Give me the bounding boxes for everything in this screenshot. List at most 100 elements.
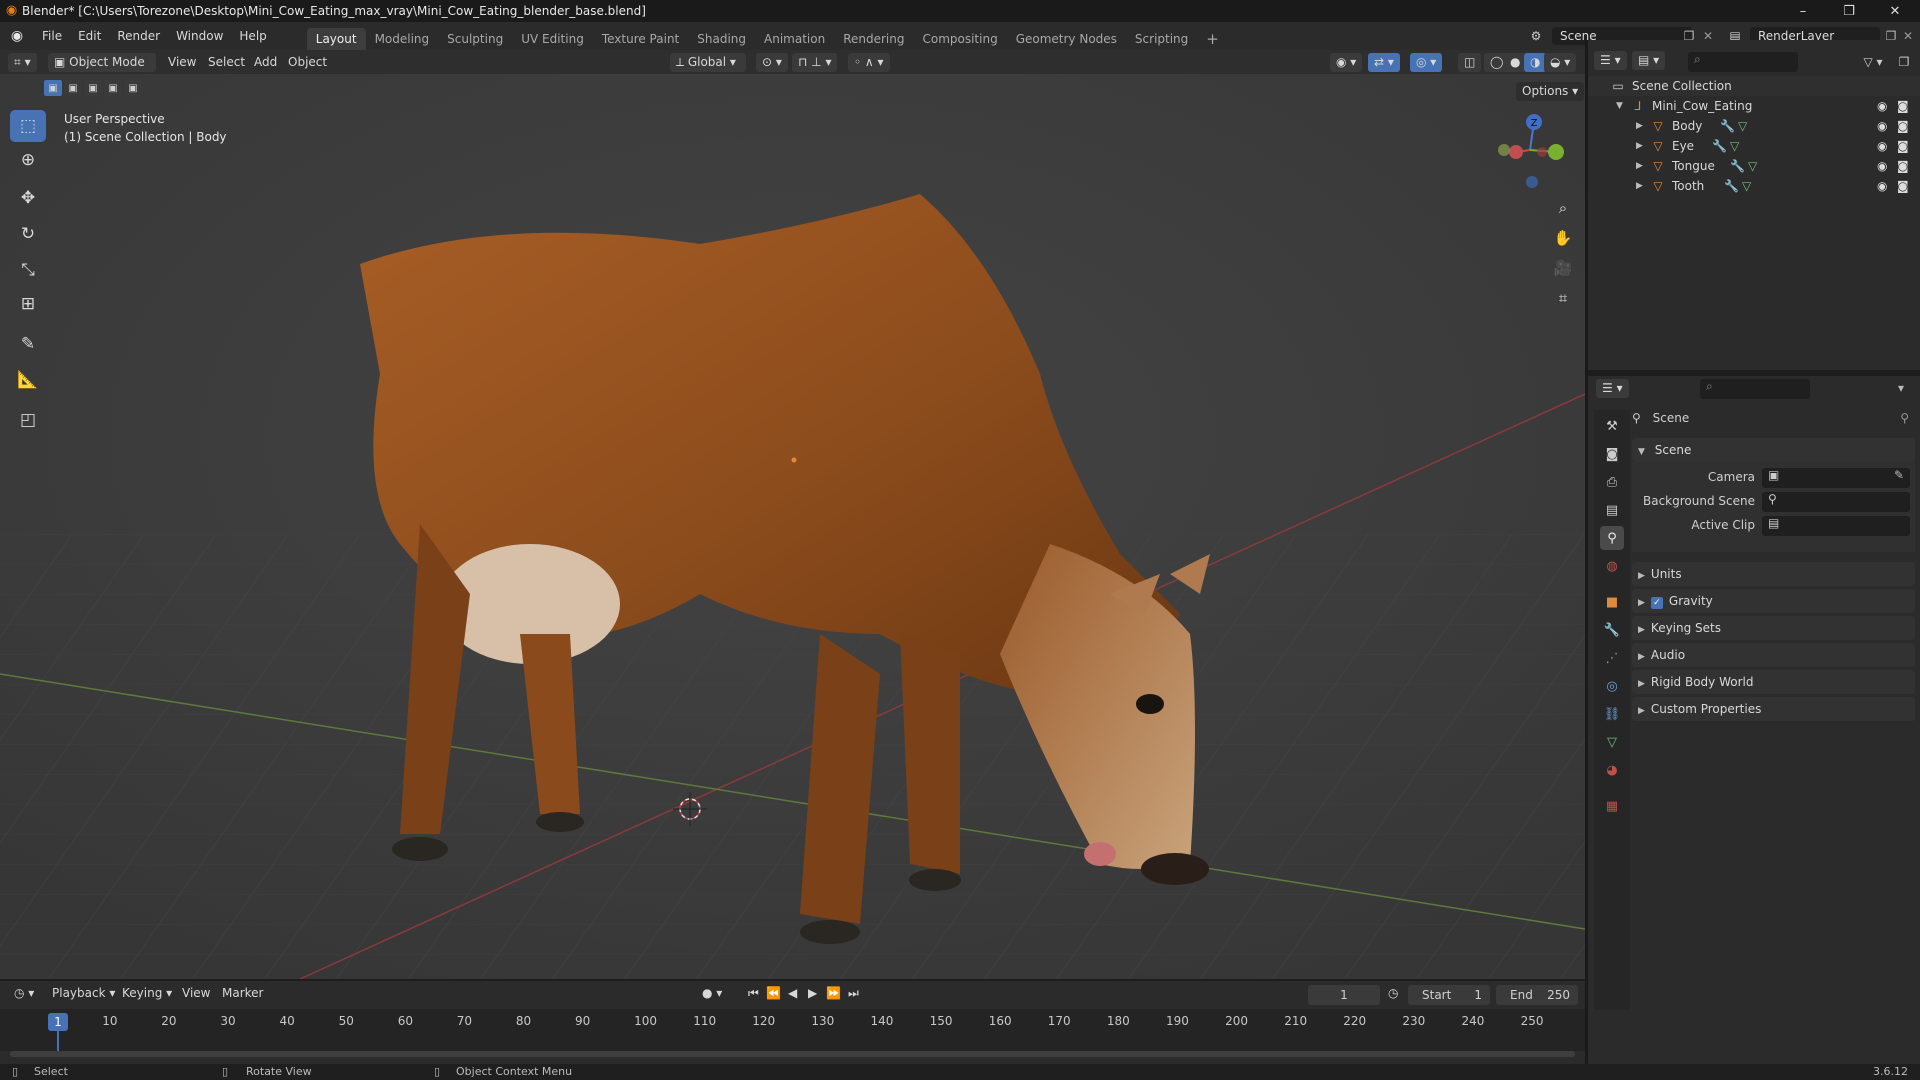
custom-properties-panel[interactable]: ▶ Custom Properties (1632, 697, 1915, 721)
visibility-eye-icon[interactable]: ◉ (1877, 136, 1887, 156)
shading-rendered-icon[interactable]: ◒ ▾ (1544, 53, 1577, 72)
mesh-data-icon[interactable]: ▽ (1730, 136, 1739, 156)
cursor-tool-icon[interactable]: ⊕ (10, 144, 46, 176)
menu-render[interactable]: Render (109, 22, 168, 50)
outliner-row-tongue[interactable]: ▶ ▽ Tongue 🔧 ▽ ◉ ◙ (1588, 156, 1920, 176)
measure-tool-icon[interactable]: 📐 (10, 364, 46, 396)
outliner-row-tooth[interactable]: ▶ ▽ Tooth 🔧 ▽ ◉ ◙ (1588, 176, 1920, 196)
select-subtract-icon[interactable]: ▣ (84, 80, 102, 96)
active-clip-field[interactable]: ▤ (1762, 516, 1910, 536)
gravity-panel[interactable]: ▶ ✓ Gravity (1632, 589, 1915, 613)
modifier-wrench-icon[interactable]: 🔧 (1720, 116, 1735, 136)
menu-help[interactable]: Help (231, 22, 274, 50)
zoom-view-icon[interactable]: ⌕ (1549, 194, 1577, 222)
menu-select[interactable]: Select (208, 53, 245, 72)
expand-arrow-icon[interactable]: ▶ (1636, 136, 1643, 156)
scene-panel-header[interactable]: ▼ Scene (1632, 438, 1915, 462)
visibility-eye-icon[interactable]: ◉ (1877, 156, 1887, 176)
view-layer-tab-icon[interactable]: ▤ (1600, 498, 1624, 522)
menu-file[interactable]: File (34, 22, 70, 50)
close-icon[interactable]: ✕ (1872, 0, 1918, 22)
render-camera-icon[interactable]: ◙ (1897, 96, 1909, 116)
tab-uv-editing[interactable]: UV Editing (512, 28, 593, 50)
rotate-tool-icon[interactable]: ↻ (10, 218, 46, 250)
tool-tab-icon[interactable]: ⚒ (1600, 414, 1624, 438)
modifier-wrench-icon[interactable]: 🔧 (1730, 156, 1745, 176)
tab-shading[interactable]: Shading (688, 28, 755, 50)
playhead[interactable]: 1 (48, 1013, 68, 1031)
menu-edit[interactable]: Edit (70, 22, 109, 50)
expand-arrow-icon[interactable]: ▶ (1636, 116, 1643, 136)
render-camera-icon[interactable]: ◙ (1897, 156, 1909, 176)
tab-texture-paint[interactable]: Texture Paint (593, 28, 688, 50)
menu-add[interactable]: Add (254, 53, 277, 72)
select-box-tool-icon[interactable]: ⬚ (10, 110, 46, 142)
move-tool-icon[interactable]: ✥ (10, 182, 46, 214)
outliner-row-mini-cow-eating[interactable]: ▼ ⅃ Mini_Cow_Eating ◉ ◙ (1588, 96, 1920, 116)
transform-tool-icon[interactable]: ⊞ (10, 288, 46, 320)
audio-panel[interactable]: ▶ Audio (1632, 643, 1915, 667)
visibility-eye-icon[interactable]: ◉ (1877, 96, 1887, 116)
add-cube-tool-icon[interactable]: ◰ (10, 404, 46, 436)
maximize-icon[interactable]: ❐ (1826, 0, 1872, 22)
add-workspace-button[interactable]: + (1197, 28, 1228, 50)
background-scene-field[interactable]: ⚲ (1762, 492, 1910, 512)
tab-rendering[interactable]: Rendering (834, 28, 913, 50)
texture-tab-icon[interactable]: ▦ (1600, 794, 1624, 818)
expand-arrow-icon[interactable]: ▶ (1636, 156, 1643, 176)
outliner-row-scene-collection[interactable]: ▭ Scene Collection (1588, 76, 1920, 96)
render-camera-icon[interactable]: ◙ (1897, 176, 1909, 196)
units-panel[interactable]: ▶ Units (1632, 562, 1915, 586)
gravity-checkbox[interactable]: ✓ (1650, 597, 1663, 609)
mesh-data-icon[interactable]: ▽ (1748, 156, 1757, 176)
visibility-eye-icon[interactable]: ◉ (1877, 116, 1887, 136)
tab-sculpting[interactable]: Sculpting (438, 28, 512, 50)
navigation-gizmo[interactable]: Z (1490, 110, 1570, 190)
menu-object[interactable]: Object (288, 53, 327, 72)
overlay-toggle-icon[interactable]: ◎ ▾ (1410, 53, 1443, 72)
object-tab-icon[interactable]: ■ (1600, 590, 1624, 614)
pivot-point-icon[interactable]: ⊙ ▾ (756, 53, 788, 72)
outliner-search-input[interactable]: ⌕ (1688, 52, 1798, 72)
scene-tab-icon[interactable]: ⚲ (1600, 526, 1624, 550)
tab-compositing[interactable]: Compositing (913, 28, 1006, 50)
visibility-eye-icon[interactable]: ◉ (1877, 176, 1887, 196)
menu-window[interactable]: Window (168, 22, 231, 50)
timeline-scrollbar[interactable] (10, 1051, 1575, 1057)
minimize-icon[interactable]: – (1780, 0, 1826, 22)
pin-icon[interactable]: ⚲ (1900, 406, 1909, 430)
filter-icon[interactable]: ▽ ▾ (1858, 52, 1888, 72)
annotate-tool-icon[interactable]: ✎ (10, 328, 46, 360)
properties-editor-type-icon[interactable]: ☰ ▾ (1596, 379, 1629, 398)
mesh-data-icon[interactable]: ▽ (1742, 176, 1751, 196)
keying-sets-panel[interactable]: ▶ Keying Sets (1632, 616, 1915, 640)
render-camera-icon[interactable]: ◙ (1897, 136, 1909, 156)
tab-scripting[interactable]: Scripting (1126, 28, 1197, 50)
camera-field[interactable]: ▣ ✎ (1762, 468, 1910, 488)
tab-animation[interactable]: Animation (755, 28, 834, 50)
snap-icon[interactable]: ⊓ ⊥ ▾ (792, 53, 838, 72)
expand-arrow-icon[interactable]: ▼ (1616, 96, 1623, 116)
physics-tab-icon[interactable]: ◎ (1600, 674, 1624, 698)
3d-viewport[interactable]: User Perspective (1) Scene Collection | … (0, 74, 1585, 979)
ortho-toggle-icon[interactable]: ⌗ (1549, 284, 1577, 312)
frame-ruler[interactable]: 1102030405060708090100110120130140150160… (0, 1009, 1585, 1053)
data-tab-icon[interactable]: ▽ (1600, 730, 1624, 754)
material-tab-icon[interactable]: ◕ (1600, 758, 1624, 782)
outliner-editor-type-icon[interactable]: ☰ ▾ (1594, 51, 1627, 70)
render-camera-icon[interactable]: ◙ (1897, 116, 1909, 136)
properties-search-input[interactable]: ⌕ (1700, 379, 1810, 399)
rigid-body-world-panel[interactable]: ▶ Rigid Body World (1632, 670, 1915, 694)
editor-type-button[interactable]: ⌗ ▾ (8, 53, 37, 72)
mesh-data-icon[interactable]: ▽ (1738, 116, 1747, 136)
mode-selector[interactable]: ▣ Object Mode ▾ (48, 53, 156, 88)
menu-view[interactable]: View (168, 53, 196, 72)
xray-toggle-icon[interactable]: ◫ (1458, 53, 1482, 72)
pan-view-icon[interactable]: ✋ (1549, 224, 1577, 252)
modifier-tab-icon[interactable]: 🔧 (1600, 618, 1624, 642)
tab-layout[interactable]: Layout (306, 28, 366, 50)
chevron-down-icon[interactable]: ▾ (1898, 381, 1904, 395)
modifier-wrench-icon[interactable]: 🔧 (1724, 176, 1739, 196)
select-extend-icon[interactable]: ▣ (64, 80, 82, 96)
constraints-tab-icon[interactable]: ⛓ (1600, 702, 1624, 726)
